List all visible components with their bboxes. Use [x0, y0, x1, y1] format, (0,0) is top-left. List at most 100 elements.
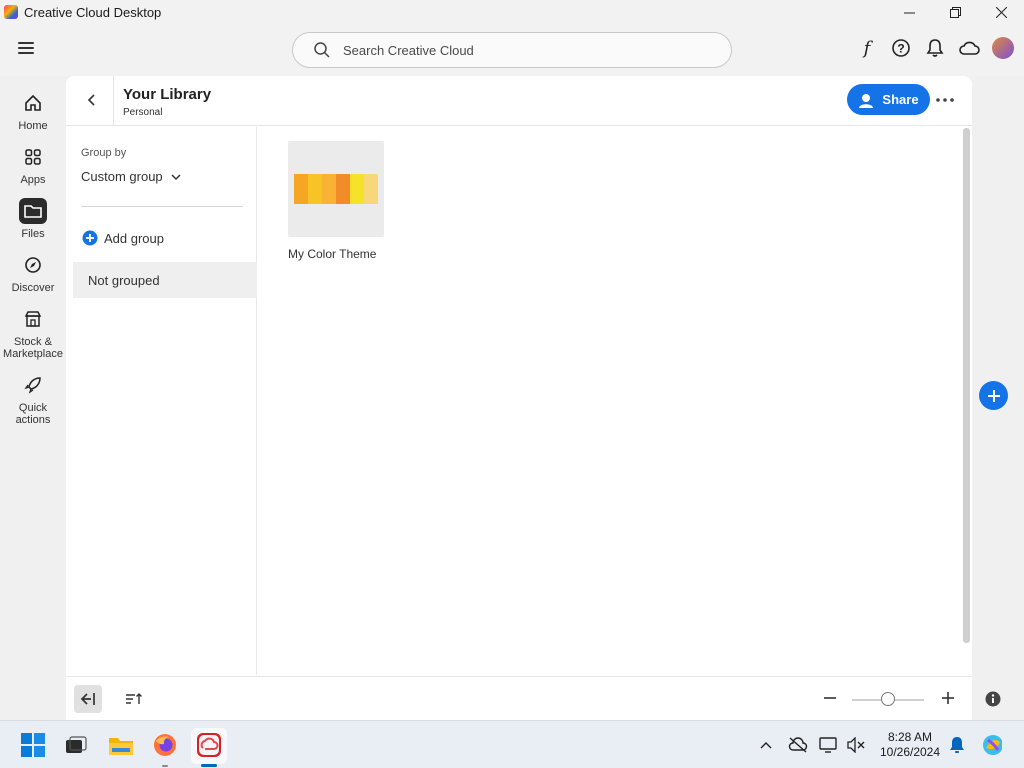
color-swatch — [336, 174, 350, 204]
close-button[interactable] — [978, 0, 1024, 24]
taskbar-running-indicator — [162, 765, 168, 767]
rail-label-stock-marketplace: Stock & Marketplace — [3, 336, 63, 360]
group-item-label: Not grouped — [88, 272, 160, 288]
library-header: Your Library Personal Share — [66, 76, 972, 126]
more-options-button[interactable] — [934, 90, 956, 110]
chevron-left-icon — [87, 94, 95, 106]
group-by-label: Group by — [81, 147, 127, 159]
notification-bell-icon[interactable] — [947, 735, 967, 755]
chevron-down-icon — [171, 173, 181, 180]
cloud-offline-icon[interactable] — [788, 735, 808, 755]
collapse-panel-button[interactable] — [74, 685, 102, 713]
add-circle-icon — [82, 230, 98, 246]
firefox-icon[interactable] — [152, 732, 178, 758]
rail-item-stock-marketplace[interactable]: Stock & Marketplace — [0, 306, 66, 372]
color-swatch — [364, 174, 378, 204]
task-view-icon[interactable] — [63, 732, 89, 758]
volume-muted-icon[interactable] — [846, 735, 866, 755]
svg-text:?: ? — [897, 42, 904, 56]
asset-thumbnail[interactable] — [288, 141, 384, 237]
group-by-dropdown[interactable]: Custom group — [81, 169, 181, 184]
plus-icon — [942, 692, 954, 704]
rail-label-apps: Apps — [20, 174, 46, 186]
clock-date: 10/26/2024 — [879, 745, 941, 759]
share-label: Share — [882, 92, 919, 107]
color-swatch — [350, 174, 364, 204]
group-divider — [81, 206, 243, 207]
zoom-out-button[interactable] — [822, 689, 838, 707]
rail-item-quick-actions[interactable]: Quick actions — [0, 372, 66, 432]
library-footer — [66, 676, 972, 720]
search-input[interactable] — [343, 42, 683, 58]
plus-icon — [987, 389, 1000, 402]
home-icon — [19, 90, 47, 116]
group-item-not-grouped[interactable]: Not grouped — [73, 262, 257, 298]
add-group-label: Add group — [104, 230, 164, 246]
rail-item-discover[interactable]: Discover — [0, 252, 66, 306]
taskbar-active-indicator — [201, 764, 217, 767]
info-icon — [985, 691, 1001, 707]
page-title: Your Library — [123, 86, 212, 103]
restore-button[interactable] — [932, 0, 978, 24]
menu-icon[interactable] — [18, 42, 34, 56]
back-button[interactable] — [82, 90, 102, 110]
top-icons: f ? — [856, 37, 1014, 59]
minimize-button[interactable] — [886, 0, 932, 24]
store-icon — [19, 306, 47, 332]
rail-label-quick-actions: Quick actions — [15, 402, 51, 426]
creative-cloud-logo-icon — [4, 5, 18, 19]
windows-start-icon[interactable] — [20, 732, 46, 758]
more-icon — [936, 98, 954, 102]
group-by-value: Custom group — [81, 169, 163, 184]
collapse-left-icon — [80, 693, 95, 705]
close-icon — [995, 6, 1007, 18]
rail-label-files: Files — [21, 228, 45, 240]
share-button[interactable]: Share — [847, 84, 930, 115]
rail-item-apps[interactable]: Apps — [0, 144, 66, 198]
sort-button[interactable] — [124, 690, 144, 708]
search-box[interactable] — [292, 32, 732, 68]
color-swatch — [308, 174, 322, 204]
color-swatches — [294, 174, 378, 204]
system-clock[interactable]: 8:28 AM 10/26/2024 — [872, 730, 948, 760]
help-icon[interactable]: ? — [890, 37, 912, 59]
windows-taskbar: 8:28 AM 10/26/2024 — [0, 720, 1024, 768]
rail-label-home: Home — [18, 120, 48, 132]
cloud-icon[interactable] — [958, 37, 980, 59]
add-button[interactable] — [979, 381, 1008, 410]
window-title: Creative Cloud Desktop — [24, 4, 162, 20]
zoom-in-button[interactable] — [939, 689, 957, 707]
network-icon[interactable] — [819, 735, 839, 755]
info-button[interactable] — [984, 690, 1002, 708]
left-navigation-rail: Home Apps Files Discover Stock & Marketp… — [0, 90, 66, 432]
notifications-icon[interactable] — [924, 37, 946, 59]
rocket-icon — [19, 372, 47, 398]
clock-time: 8:28 AM — [887, 730, 933, 744]
rail-label-discover: Discover — [11, 282, 55, 294]
title-bar: Creative Cloud Desktop — [0, 0, 1024, 24]
asset-color-theme[interactable]: My Color Theme — [288, 141, 384, 261]
add-user-icon — [859, 93, 877, 108]
color-swatch — [294, 174, 308, 204]
search-icon — [314, 42, 330, 58]
file-explorer-icon[interactable] — [108, 732, 134, 758]
sort-icon — [126, 693, 142, 704]
header-divider — [113, 76, 114, 126]
color-swatch — [322, 174, 336, 204]
creative-cloud-taskbar-icon[interactable] — [196, 732, 222, 758]
fonts-icon[interactable]: f — [856, 37, 878, 59]
zoom-slider-thumb[interactable] — [881, 692, 895, 706]
restore-icon — [949, 6, 961, 18]
chevron-up-icon[interactable] — [756, 735, 776, 755]
scrollbar[interactable] — [963, 128, 970, 643]
add-group-button[interactable]: Add group — [82, 230, 164, 246]
avatar[interactable] — [992, 37, 1014, 59]
library-content: My Color Theme — [258, 127, 964, 675]
minimize-icon — [903, 12, 915, 13]
copilot-icon[interactable] — [982, 735, 1002, 755]
folder-icon — [19, 198, 47, 224]
rail-item-files[interactable]: Files — [0, 198, 66, 252]
rail-item-home[interactable]: Home — [0, 90, 66, 138]
page-subtitle: Personal — [123, 107, 163, 118]
group-panel: Group by Custom group Add group Not grou… — [66, 127, 257, 675]
